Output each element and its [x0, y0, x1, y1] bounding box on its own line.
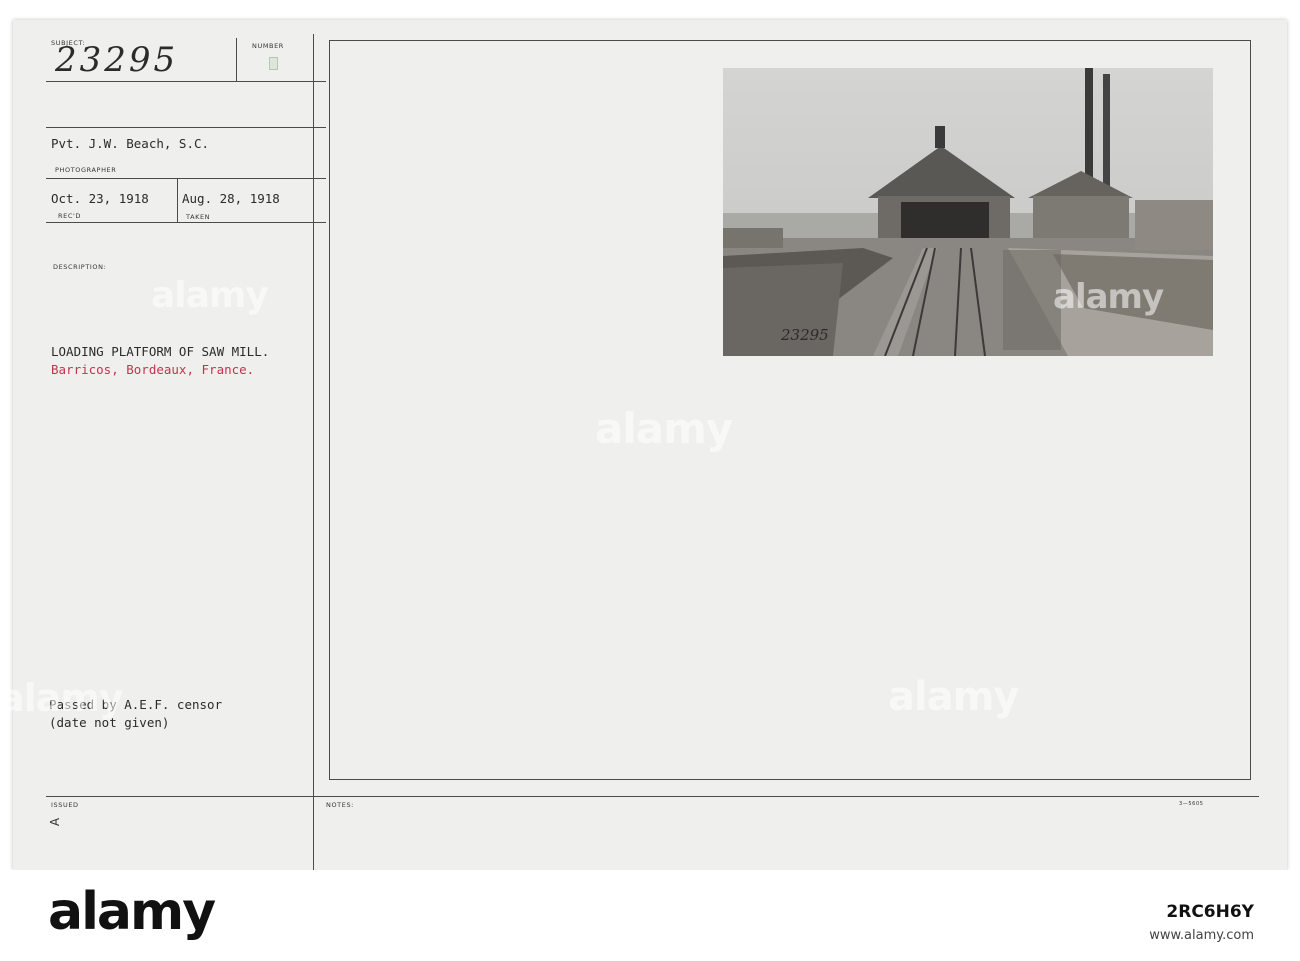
- notes-label: NOTES:: [326, 801, 354, 809]
- description-location: Barricos, Bordeaux, France.: [51, 362, 255, 377]
- watermark: alamy: [888, 674, 1019, 720]
- description-title: LOADING PLATFORM OF SAW MILL.: [51, 344, 270, 359]
- issued-label: ISSUED: [51, 801, 79, 809]
- watermark: alamy: [0, 676, 124, 720]
- divider: [46, 127, 326, 128]
- number-stamp: [269, 57, 278, 70]
- divider: [236, 38, 237, 82]
- received-label: REC'D: [58, 212, 81, 220]
- date-taken: Aug. 28, 1918: [182, 191, 280, 206]
- divider: [46, 81, 326, 82]
- divider: [177, 178, 178, 222]
- watermark: alamy: [151, 275, 269, 316]
- form-code: 3—5605: [1179, 801, 1204, 807]
- divider: [46, 178, 326, 179]
- column-divider: [313, 34, 314, 870]
- watermark: alamy: [1053, 277, 1164, 317]
- bottom-rule: [46, 796, 1259, 797]
- record-card: SUBJECT: NUMBER 23295 Pvt. J.W. Beach, S…: [0, 20, 1287, 870]
- date-received: Oct. 23, 1918: [51, 191, 149, 206]
- taken-label: TAKEN: [186, 213, 211, 221]
- number-label: NUMBER: [252, 42, 284, 50]
- photographer-name: Pvt. J.W. Beach, S.C.: [51, 136, 210, 151]
- description-label: DESCRIPTION:: [53, 263, 107, 271]
- subject-number: 23295: [55, 40, 179, 80]
- image-id: 2RC6H6Y: [1166, 902, 1254, 922]
- photo-caption: 23295: [781, 326, 829, 344]
- watermark: alamy: [595, 404, 733, 453]
- photographer-label: PHOTOGRAPHER: [55, 166, 117, 174]
- site-url[interactable]: www.alamy.com: [1149, 928, 1254, 943]
- divider: [46, 222, 326, 223]
- issued-mark: A: [48, 817, 63, 827]
- alamy-logo[interactable]: alamy: [48, 882, 216, 942]
